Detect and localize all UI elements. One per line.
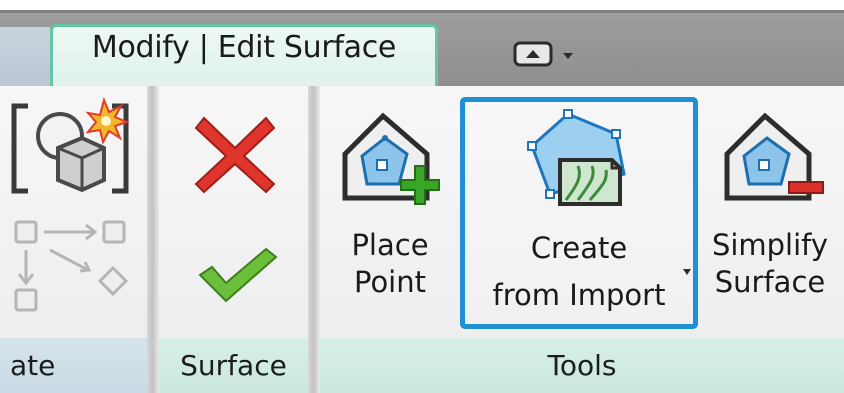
create-from-import-label-line2: from Import [492, 278, 666, 312]
previous-tab-edge[interactable] [0, 27, 50, 86]
place-point-button[interactable]: Place Point [335, 108, 445, 328]
panel-title-surface[interactable]: Surface [159, 338, 308, 393]
split-button-dropdown[interactable] [682, 262, 692, 275]
panel-toggle-dropdown[interactable] [508, 38, 598, 70]
top-strip [0, 0, 844, 10]
simplify-surface-icon [724, 112, 824, 201]
cancel-edit-surface-button[interactable] [190, 108, 280, 198]
place-point-icon [342, 112, 440, 205]
finish-edit-surface-button[interactable] [192, 245, 282, 305]
group-objects-icon [11, 96, 130, 194]
simplify-surface-button[interactable]: Simplify Surface [705, 108, 835, 328]
place-point-label-line1: Place [351, 228, 429, 262]
place-point-label-line2: Point [353, 265, 426, 299]
panel-separator [147, 86, 159, 393]
simplify-surface-label-line1: Simplify [711, 228, 829, 262]
panel-title-tools-label: Tools [547, 349, 617, 382]
simplify-surface-label-line2: Surface [714, 265, 826, 299]
panel-title-tools[interactable]: Tools [320, 338, 844, 393]
create-similar-button[interactable] [0, 210, 140, 320]
red-x-icon [194, 116, 276, 194]
panel-separator [308, 86, 320, 393]
create-from-import-label-line1: Create [530, 231, 628, 265]
panel-title-left-label: ate [10, 349, 56, 382]
panel-title-surface-label: Surface [180, 349, 287, 382]
create-from-import-icon [527, 109, 626, 206]
create-group-button[interactable] [0, 96, 140, 206]
relations-diagram-icon [14, 220, 129, 312]
tab-label: Modify | Edit Surface [91, 30, 397, 65]
panel-toggle-icon [513, 41, 573, 67]
create-from-import-icon-wrap [520, 104, 640, 214]
panel-title-left[interactable]: ate [0, 338, 147, 393]
green-check-icon [198, 247, 278, 303]
dropdown-arrow-icon [683, 269, 691, 275]
